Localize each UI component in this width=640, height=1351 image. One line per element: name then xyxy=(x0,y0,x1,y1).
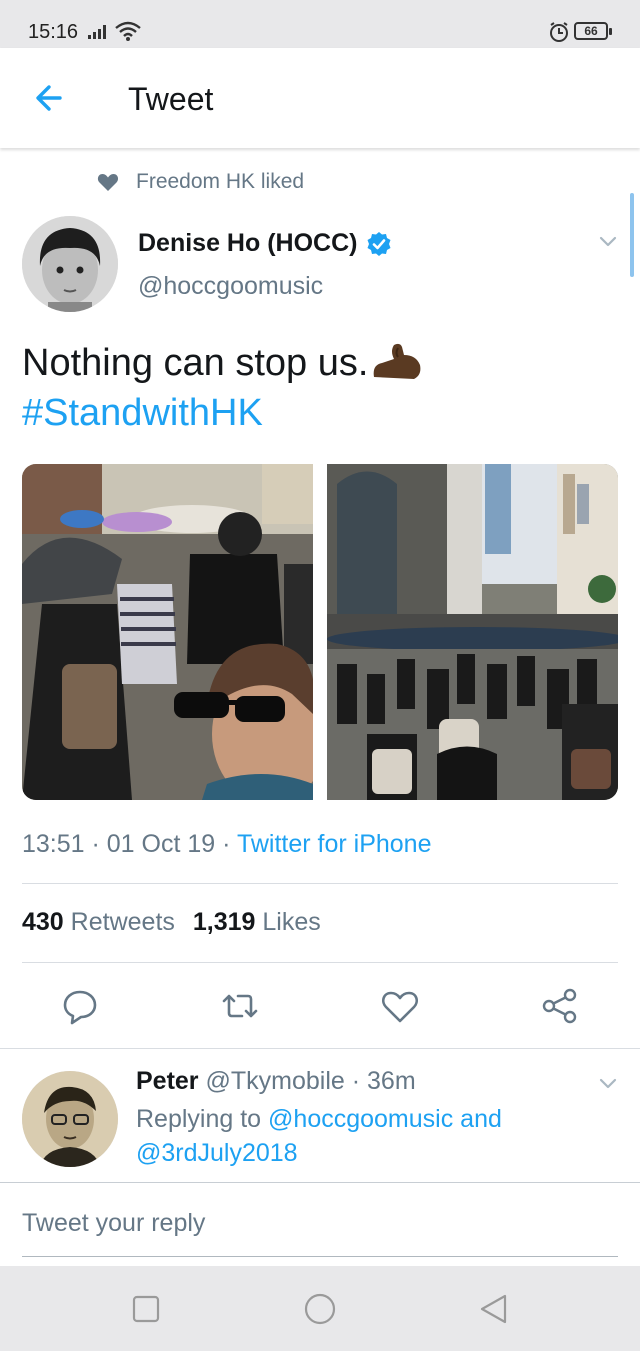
divider xyxy=(22,962,618,963)
tweet-source-link[interactable]: Twitter for iPhone xyxy=(237,830,432,858)
hashtag-link[interactable]: #StandwithHK xyxy=(22,392,263,434)
tweet-meta: 13:51 · 01 Oct 19 · Twitter for iPhone xyxy=(22,830,431,859)
retweets-stat[interactable]: 430 Retweets xyxy=(22,908,175,936)
chevron-down-icon[interactable] xyxy=(596,1072,620,1096)
mention-link[interactable]: @hoccgoomusic xyxy=(268,1105,453,1133)
avatar[interactable] xyxy=(22,216,118,312)
likes-count: 1,319 xyxy=(192,908,256,936)
system-nav-bar xyxy=(0,1266,640,1351)
retweets-label: Retweets xyxy=(70,908,175,936)
battery-icon: 66 xyxy=(574,22,612,40)
author-name[interactable]: Denise Ho (HOCC) xyxy=(138,229,392,258)
status-time: 15:16 xyxy=(28,21,79,43)
social-context-label: Freedom HK liked xyxy=(136,170,305,193)
author-handle[interactable]: @hoccgoomusic xyxy=(138,272,323,301)
reply-composer[interactable]: Tweet your reply xyxy=(0,1182,640,1266)
tweet-actions xyxy=(0,984,640,1030)
tweet-timestamp: 13:51 · 01 Oct 19 · xyxy=(22,830,237,858)
alarm-icon xyxy=(550,22,568,42)
retweet-icon[interactable] xyxy=(220,986,260,1026)
reply-context: Replying to @hoccgoomusic and @3rdJuly20… xyxy=(136,1102,586,1170)
reply-author-name: Peter xyxy=(136,1067,199,1095)
tweet-stats: 430 Retweets 1,319 Likes xyxy=(22,908,321,937)
tweet-body: Nothing can stop us. xyxy=(22,342,369,384)
replying-prefix: Replying to xyxy=(136,1105,269,1133)
verified-badge-icon xyxy=(367,231,391,256)
scrollbar[interactable] xyxy=(630,193,634,277)
page-title: Tweet xyxy=(128,81,214,117)
author-name-label: Denise Ho (HOCC) xyxy=(138,229,358,257)
divider xyxy=(22,883,618,884)
arrow-left-icon[interactable] xyxy=(30,78,70,118)
recents-icon[interactable] xyxy=(129,1292,163,1326)
reply-avatar[interactable] xyxy=(22,1071,118,1167)
reply-author[interactable]: Peter @Tkymobile · 36m xyxy=(136,1067,416,1096)
share-icon[interactable] xyxy=(540,986,580,1026)
signal-icon xyxy=(88,25,106,39)
reply-bubble-icon[interactable] xyxy=(60,986,100,1026)
app-bar: Tweet xyxy=(0,48,640,148)
likes-stat[interactable]: 1,319 Likes xyxy=(193,908,321,936)
flexed-biceps-emoji xyxy=(374,343,421,379)
reply-input-underline xyxy=(22,1256,618,1257)
replying-joiner: and xyxy=(453,1105,502,1133)
social-context[interactable]: Freedom HK liked xyxy=(96,168,304,196)
chevron-down-icon[interactable] xyxy=(596,230,620,254)
mention-link[interactable]: @3rdJuly2018 xyxy=(136,1139,298,1167)
heart-outline-icon[interactable] xyxy=(380,986,420,1026)
divider xyxy=(0,1048,640,1049)
wifi-icon xyxy=(115,21,141,41)
retweets-count: 430 xyxy=(22,908,64,936)
tweet-photo-2[interactable] xyxy=(327,464,618,800)
likes-label: Likes xyxy=(262,908,321,936)
reply-input[interactable]: Tweet your reply xyxy=(22,1209,205,1238)
heart-filled-icon xyxy=(97,174,119,191)
back-nav-icon[interactable] xyxy=(477,1292,511,1326)
tweet-text: Nothing can stop us. #StandwithHK xyxy=(22,338,612,438)
home-icon[interactable] xyxy=(303,1292,337,1326)
tweet-photo-1[interactable] xyxy=(22,464,313,800)
status-bar: 15:16 66 xyxy=(0,0,640,48)
reply-author-handle: @Tkymobile · 36m xyxy=(205,1067,416,1095)
